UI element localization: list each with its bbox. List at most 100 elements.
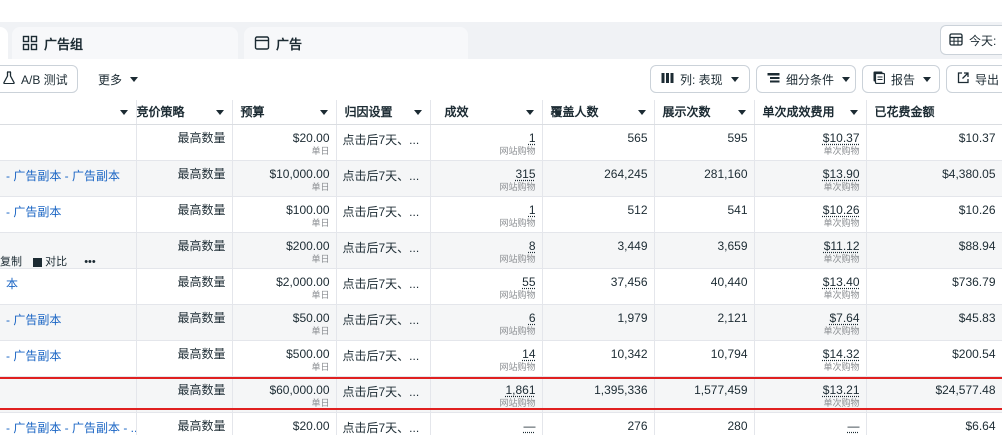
cell-results[interactable]: 315 网站购物 <box>430 160 542 196</box>
reports-label: 报告 <box>891 71 915 88</box>
cell-name[interactable]: - 广告副本 - 广告副本 - ... <box>0 412 136 435</box>
cell-impressions: 541 <box>654 196 754 232</box>
cell-impressions: 2,121 <box>654 304 754 340</box>
cell-name[interactable]: - 广告副本 <box>0 340 136 376</box>
column-header-reach[interactable]: 覆盖人数 <box>542 100 654 124</box>
ad-name-link[interactable] <box>6 125 130 131</box>
ad-name-link[interactable]: - 广告副本 - 广告副本 - ... <box>6 413 130 435</box>
ad-name-link[interactable]: 本 <box>6 269 130 292</box>
more-options-button[interactable]: ••• <box>84 256 96 268</box>
cell-budget[interactable]: $60,000.00 单日 <box>232 376 336 412</box>
table-row[interactable]: - 广告副本 - 广告副本 最高数量 $10,000.00 单日 点击后7天、... 31… <box>0 160 1002 196</box>
cell-results[interactable]: 1 网站购物 <box>430 124 542 160</box>
ad-name-link[interactable]: - 广告副本 <box>6 305 130 328</box>
cell-name[interactable]: - 广告副本 - 广告副本 <box>0 160 136 196</box>
cell-cost-per-result[interactable]: $13.40 单次购物 <box>754 268 866 304</box>
chevron-down-icon <box>842 77 850 82</box>
cell-results[interactable]: 8 网站购物 <box>430 232 542 268</box>
reports-button[interactable]: 报告 <box>862 65 940 93</box>
table-row[interactable]: 最高数量 $200.00 单日 点击后7天、... 8 网站购物 3,449 3,659 $11… <box>0 232 1002 268</box>
chevron-down-icon <box>320 110 328 115</box>
cell-impressions: 40,440 <box>654 268 754 304</box>
cell-budget[interactable]: $20.00 <box>232 412 336 435</box>
cell-budget[interactable]: $500.00 单日 <box>232 340 336 376</box>
cell-cost-per-result[interactable]: $10.26 单次购物 <box>754 196 866 232</box>
cell-impressions: 281,160 <box>654 160 754 196</box>
chevron-down-icon <box>850 110 858 115</box>
cell-name[interactable] <box>0 124 136 160</box>
compare-button[interactable]: 对比 <box>45 256 67 268</box>
ab-test-button[interactable]: A/B 测试 <box>0 65 78 93</box>
ad-name-link[interactable]: - 广告副本 <box>6 341 130 364</box>
cell-budget[interactable]: $50.00 单日 <box>232 304 336 340</box>
cell-cost-per-result[interactable]: $11.12 单次购物 <box>754 232 866 268</box>
cell-name[interactable]: 本 <box>0 268 136 304</box>
toolbar: A/B 测试 更多 列: 表现 细分条件 报告 导出 <box>0 59 1002 100</box>
cell-amount-spent: $200.54 <box>866 340 1002 376</box>
cell-name[interactable] <box>0 376 136 412</box>
tab-ad[interactable]: 广告 <box>244 27 468 59</box>
cell-cost-per-result[interactable]: $13.90 单次购物 <box>754 160 866 196</box>
cell-results[interactable]: 14 网站购物 <box>430 340 542 376</box>
cell-amount-spent: $10.26 <box>866 196 1002 232</box>
ad-name-link[interactable]: - 广告副本 <box>6 197 130 220</box>
tab-campaign-stub[interactable] <box>0 27 8 59</box>
cell-results[interactable]: 1,861 网站购物 <box>430 376 542 412</box>
more-button[interactable]: 更多 <box>98 65 138 93</box>
table-row[interactable]: - 广告副本 - 广告副本 - ... 最高数量 $20.00 点击后7天、... —2… <box>0 412 1002 435</box>
column-header-name[interactable] <box>0 100 136 124</box>
chevron-down-icon <box>130 77 138 82</box>
columns-icon <box>661 72 674 87</box>
duplicate-button[interactable]: 复制 <box>0 256 22 268</box>
table-row[interactable]: 本最高数量 $2,000.00 单日 点击后7天、... 55 网站购物 37,456 40,… <box>0 268 1002 304</box>
cell-budget[interactable]: $10,000.00 单日 <box>232 160 336 196</box>
column-header-budget[interactable]: 预算 <box>232 100 336 124</box>
ad-frame-icon <box>254 35 270 51</box>
column-header-bid-strategy[interactable]: 竞价策略 <box>136 100 232 124</box>
chevron-down-icon <box>414 110 422 115</box>
cell-attribution: 点击后7天、... <box>336 268 430 304</box>
cell-attribution: 点击后7天、... <box>336 160 430 196</box>
columns-button[interactable]: 列: 表现 <box>650 65 750 93</box>
cell-name[interactable]: - 广告副本 <box>0 304 136 340</box>
cell-cost-per-result[interactable]: — <box>754 412 866 435</box>
table-row[interactable]: - 广告副本 最高数量 $50.00 单日 点击后7天、... 6 网站购物 1,979 2,1… <box>0 304 1002 340</box>
column-header-amount-spent[interactable]: 已花费金额 <box>866 100 1002 124</box>
table-row[interactable]: - 广告副本 最高数量 $500.00 单日 点击后7天、... 14 网站购物 10,342… <box>0 340 1002 376</box>
cell-budget[interactable]: $2,000.00 单日 <box>232 268 336 304</box>
cell-cost-per-result[interactable]: $13.21 单次购物 <box>754 376 866 412</box>
cell-bid-strategy: 最高数量 <box>136 268 232 304</box>
date-range-button[interactable]: 今天: <box>940 25 1002 55</box>
ad-name-link[interactable] <box>6 233 130 239</box>
column-header-results[interactable]: 成效 <box>430 100 542 124</box>
cell-results[interactable]: 6 网站购物 <box>430 304 542 340</box>
table-row[interactable]: 最高数量 $20.00 单日 点击后7天、... 1 网站购物 565 595 $10.37 单次… <box>0 124 1002 160</box>
ad-name-link[interactable]: - 广告副本 - 广告副本 <box>6 161 130 184</box>
cell-reach: 264,245 <box>542 160 654 196</box>
cell-cost-per-result[interactable]: $10.37 单次购物 <box>754 124 866 160</box>
cell-budget[interactable]: $200.00 单日 <box>232 232 336 268</box>
breakdown-button[interactable]: 细分条件 <box>756 65 856 93</box>
column-header-attribution[interactable]: 归因设置 <box>336 100 430 124</box>
cell-results[interactable]: 55 网站购物 <box>430 268 542 304</box>
cell-budget[interactable]: $20.00 单日 <box>232 124 336 160</box>
table-row[interactable]: - 广告副本 最高数量 $100.00 单日 点击后7天、... 1 网站购物 512 541 $… <box>0 196 1002 232</box>
cell-amount-spent: $736.79 <box>866 268 1002 304</box>
cell-reach: 1,395,336 <box>542 376 654 412</box>
table-row[interactable]: 最高数量 $60,000.00 单日 点击后7天、... 1,861 网站购物 1,395,… <box>0 376 1002 412</box>
cell-attribution: 点击后7天、... <box>336 232 430 268</box>
cell-budget[interactable]: $100.00 单日 <box>232 196 336 232</box>
cell-name[interactable]: - 广告副本 <box>0 196 136 232</box>
cell-bid-strategy: 最高数量 <box>136 160 232 196</box>
cell-cost-per-result[interactable]: $14.32 单次购物 <box>754 340 866 376</box>
ad-name-link[interactable] <box>6 377 130 383</box>
chevron-down-icon <box>923 77 931 82</box>
column-header-impressions[interactable]: 展示次数 <box>654 100 754 124</box>
tab-ad-set[interactable]: 广告组 <box>12 27 238 59</box>
cell-reach: 565 <box>542 124 654 160</box>
cell-results[interactable]: 1 网站购物 <box>430 196 542 232</box>
export-button[interactable]: 导出 <box>946 65 1002 93</box>
column-header-cost-per-result[interactable]: 单次成效费用 <box>754 100 866 124</box>
cell-cost-per-result[interactable]: $7.64 单次购物 <box>754 304 866 340</box>
cell-results[interactable]: — <box>430 412 542 435</box>
